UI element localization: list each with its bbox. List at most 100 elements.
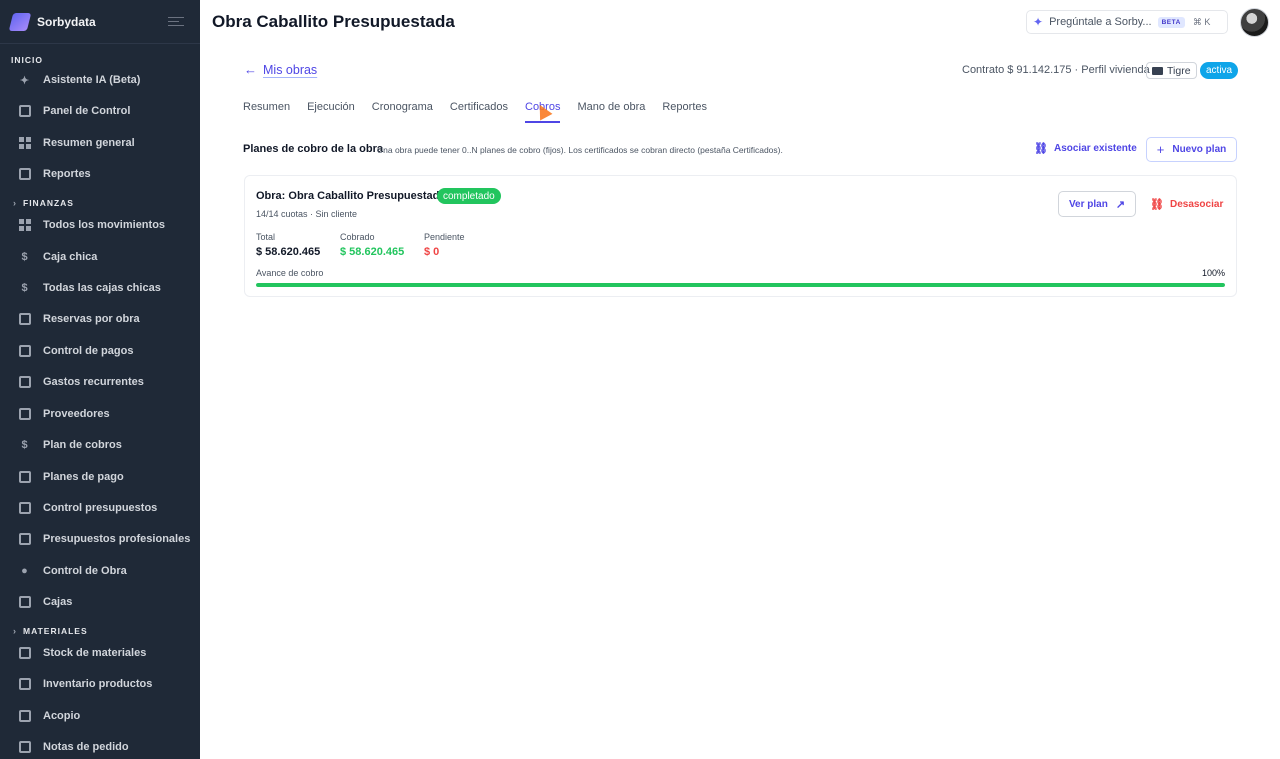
sidebar-item-label: Panel de Control: [43, 105, 131, 117]
grid-icon: [18, 219, 31, 232]
sidebar-item-proveedores[interactable]: Proveedores: [18, 403, 192, 425]
sidebar-item-caja-chica[interactable]: $ Caja chica: [18, 246, 192, 268]
sidebar-item-reservas[interactable]: Reservas por obra: [18, 308, 192, 330]
building-icon: [18, 105, 31, 118]
sidebar-item-label: Resumen general: [43, 137, 135, 149]
link-icon: ⛓: [1034, 143, 1048, 155]
view-plan-button[interactable]: Ver plan ↗: [1058, 191, 1136, 217]
sidebar-item-resumen[interactable]: Resumen general: [18, 132, 192, 154]
sidebar-item-panel[interactable]: Panel de Control: [18, 100, 192, 122]
arrow-left-icon: ←: [244, 62, 257, 77]
section-materiales[interactable]: › Materiales: [13, 626, 88, 636]
unlink-icon: ⛓: [1150, 199, 1164, 211]
cash-icon: [18, 376, 31, 389]
section-inicio: Inicio: [11, 55, 43, 65]
dollar-icon: $: [21, 439, 28, 451]
doc-icon: [18, 533, 31, 546]
new-plan-button[interactable]: + Nuevo plan: [1146, 137, 1237, 162]
inventory-icon: [18, 678, 31, 691]
sidebar-item-planes-pago[interactable]: Planes de pago: [18, 466, 192, 488]
tab-cronograma[interactable]: Cronograma: [372, 101, 433, 123]
sidebar-item-label: Asistente IA (Beta): [43, 74, 141, 86]
sidebar-item-control-presupuestos[interactable]: Control presupuestos: [18, 497, 192, 519]
ask-sorby-button[interactable]: ✦ Pregúntale a Sorby... BETA ⌘ K: [1026, 10, 1228, 34]
avatar[interactable]: [1240, 8, 1269, 37]
sidebar-item-acopio[interactable]: Acopio: [18, 705, 192, 727]
section-description: Una obra puede tener 0..N planes de cobr…: [377, 145, 783, 155]
sidebar-item-stock[interactable]: Stock de materiales: [18, 642, 192, 664]
sidebar: Sorbydata Inicio ✦ Asistente IA (Beta) P…: [0, 0, 200, 759]
sidebar-item-cajas-chicas[interactable]: $ Todas las cajas chicas: [18, 277, 192, 299]
grid-icon: [18, 137, 31, 150]
inventory-icon: [18, 710, 31, 723]
wallet-icon: [18, 313, 31, 326]
unlink-button[interactable]: ⛓ Desasociar: [1150, 198, 1223, 211]
sidebar-item-label: Control de pagos: [43, 345, 134, 357]
sidebar-item-movimientos[interactable]: Todos los movimientos: [18, 214, 192, 236]
tab-mano-de-obra[interactable]: Mano de obra: [577, 101, 645, 123]
progress-percent: 100%: [1201, 268, 1225, 278]
sidebar-item-label: Todos los movimientos: [43, 219, 166, 231]
brand[interactable]: Sorbydata: [0, 0, 200, 44]
sidebar-item-inventario[interactable]: Inventario productos: [18, 673, 192, 695]
ask-label: Pregúntale a Sorby...: [1049, 16, 1152, 28]
sidebar-item-label: Control de Obra: [43, 565, 127, 577]
stat-cobrado: Cobrado $ 58.620.465: [340, 232, 405, 258]
plan-subtitle: 14/14 cuotas · Sin cliente: [256, 209, 358, 219]
tab-certificados[interactable]: Certificados: [450, 101, 508, 123]
beta-badge: BETA: [1157, 16, 1185, 28]
inventory-icon: [18, 647, 31, 660]
tabs: Resumen Ejecución Cronograma Certificado…: [243, 101, 724, 123]
status-badge: activa: [1200, 62, 1239, 79]
sidebar-item-reportes[interactable]: Reportes: [18, 163, 192, 185]
tab-resumen[interactable]: Resumen: [243, 101, 290, 123]
tab-ejecucion[interactable]: Ejecución: [307, 101, 355, 123]
cash-icon: [18, 345, 31, 358]
stat-pendiente: Pendiente $ 0: [424, 232, 465, 258]
sidebar-item-presupuestos-profesionales[interactable]: Presupuestos profesionales: [18, 528, 192, 550]
progress-bar: [256, 283, 1225, 287]
sidebar-item-label: Caja chica: [43, 251, 98, 263]
doc-icon: [18, 502, 31, 515]
section-title: Planes de cobro de la obra: [243, 143, 383, 155]
sidebar-item-control-obra[interactable]: ● Control de Obra: [18, 560, 192, 582]
chevron-icon: ›: [13, 198, 17, 208]
associate-existing-button[interactable]: ⛓ Asociar existente: [1034, 142, 1137, 155]
sidebar-item-label: Reservas por obra: [43, 313, 140, 325]
sidebar-item-gastos[interactable]: Gastos recurrentes: [18, 371, 192, 393]
plus-icon: +: [1156, 142, 1165, 157]
engineer-icon: ●: [21, 565, 28, 577]
collapse-sidebar-icon[interactable]: [168, 14, 184, 28]
sidebar-item-label: Cajas: [43, 596, 73, 608]
dollar-icon: $: [21, 282, 28, 294]
sidebar-item-label: Planes de pago: [43, 471, 124, 483]
stat-total: Total $ 58.620.465: [256, 232, 321, 258]
sidebar-item-control-pagos[interactable]: Control de pagos: [18, 340, 192, 362]
sidebar-item-label: Plan de cobros: [43, 439, 122, 451]
store-icon: [18, 408, 31, 421]
sidebar-item-notas[interactable]: Notas de pedido: [18, 736, 192, 758]
plan-title: Obra: Obra Caballito Presupuestada: [256, 190, 446, 202]
payments-icon: [18, 471, 31, 484]
chart-icon: [18, 168, 31, 181]
progress-label: Avance de cobro: [256, 268, 324, 278]
contract-info: Contrato $ 91.142.175 · Perfil vivienda: [962, 64, 1150, 76]
topbar: Obra Caballito Presupuestada ✦ Pregúntal…: [200, 0, 1280, 44]
section-finanzas[interactable]: › Finanzas: [13, 198, 74, 208]
sidebar-item-label: Todas las cajas chicas: [43, 282, 161, 294]
back-link[interactable]: ← Mis obras: [244, 62, 317, 77]
sidebar-item-asistente[interactable]: ✦ Asistente IA (Beta): [18, 69, 192, 91]
inventory-icon: [18, 741, 31, 754]
sparkle-icon: ✦: [19, 74, 30, 87]
sidebar-item-label: Notas de pedido: [43, 741, 129, 753]
sparkle-icon: ✦: [1033, 15, 1044, 29]
sidebar-item-label: Presupuestos profesionales: [43, 533, 191, 545]
status-badge: completado: [437, 188, 501, 204]
app-name: Sorbydata: [37, 14, 96, 29]
chevron-icon: ›: [13, 626, 17, 636]
logo-icon: [8, 12, 32, 31]
tab-reportes[interactable]: Reportes: [662, 101, 707, 123]
sidebar-item-cajas[interactable]: Cajas: [18, 591, 192, 613]
sidebar-item-plan-cobros[interactable]: $ Plan de cobros: [18, 434, 192, 456]
wallet-icon: [18, 596, 31, 609]
